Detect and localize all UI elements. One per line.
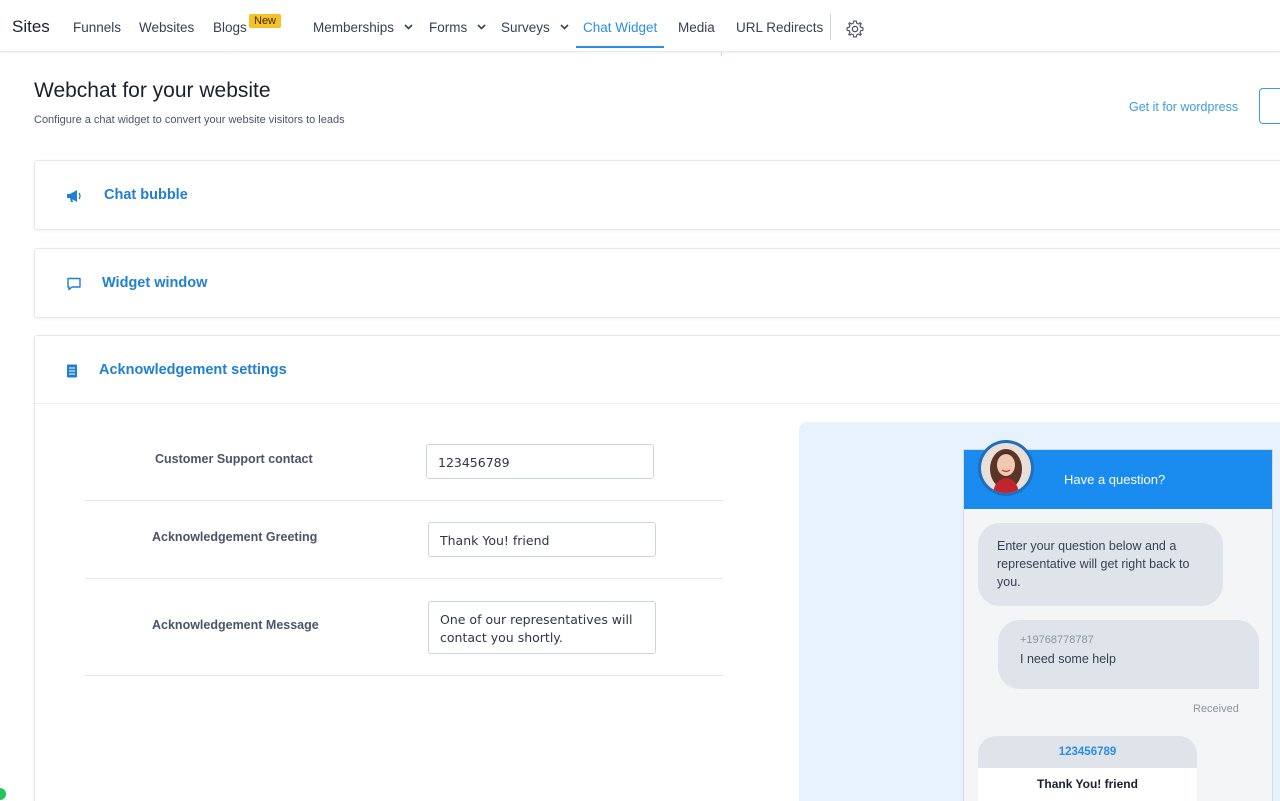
ack-greeting: Thank You! friend — [1037, 777, 1138, 791]
document-icon — [67, 364, 77, 378]
divider — [35, 403, 1280, 404]
chevron-down-icon — [559, 24, 569, 30]
greeting-label: Acknowledgement Greeting — [152, 530, 318, 544]
chat-bubble-card: Chat bubble — [34, 160, 1280, 230]
chevron-down-icon — [477, 24, 486, 30]
new-badge: New — [249, 14, 282, 28]
top-nav: Sites Funnels Websites Blogs New Members… — [0, 0, 1280, 52]
agent-photo — [981, 443, 1031, 493]
widget-window-header[interactable]: Widget window — [35, 249, 1280, 317]
nav-item-memberships[interactable]: Memberships — [313, 20, 413, 35]
divider — [721, 52, 722, 56]
status-dot — [0, 788, 6, 800]
visitor-phone: +19768778787 — [1020, 634, 1094, 646]
acknowledgement-bubble: 123456789 Thank You! friend — [978, 736, 1197, 801]
message-square-icon — [67, 277, 81, 291]
divider — [85, 578, 723, 579]
gear-icon[interactable] — [845, 19, 865, 39]
section-title: Acknowledgement settings — [99, 362, 287, 378]
nav-item-funnels[interactable]: Funnels — [73, 20, 121, 35]
chat-widget-preview: Have a question? Enter your question bel… — [963, 440, 1273, 801]
message-label: Acknowledgement Message — [152, 618, 319, 632]
chat-bubble-header[interactable]: Chat bubble — [35, 161, 1280, 229]
greeting-input[interactable]: Thank You! friend — [428, 522, 656, 557]
avatar — [978, 440, 1034, 496]
received-status: Received — [1193, 703, 1239, 715]
widget-window-card: Widget window — [34, 248, 1280, 318]
page-title: Webchat for your website — [34, 79, 271, 102]
nav-item-websites[interactable]: Websites — [139, 20, 194, 35]
support-contact-label: Customer Support contact — [155, 452, 313, 466]
wordpress-link[interactable]: Get it for wordpress — [1129, 100, 1238, 114]
acknowledgement-header[interactable]: Acknowledgement settings — [35, 336, 1280, 404]
action-button[interactable] — [1259, 88, 1280, 124]
divider — [85, 675, 723, 676]
support-contact-input[interactable]: 123456789 — [426, 444, 654, 479]
ack-contact: 123456789 — [1058, 746, 1117, 758]
megaphone-icon — [67, 190, 81, 202]
message-textarea[interactable]: One of our representatives will contact … — [428, 601, 656, 654]
page-subtitle: Configure a chat widget to convert your … — [34, 114, 345, 126]
nav-item-forms[interactable]: Forms — [429, 20, 486, 35]
visitor-message: I need some help — [1020, 652, 1116, 666]
nav-item-chat-widget[interactable]: Chat Widget — [583, 20, 657, 35]
active-tab-indicator — [576, 46, 664, 48]
nav-divider — [830, 14, 831, 40]
nav-item-label: Forms — [429, 20, 468, 35]
visitor-message-bubble: +19768778787 I need some help — [998, 620, 1259, 689]
brand-title: Sites — [12, 17, 50, 36]
section-title: Chat bubble — [104, 187, 188, 203]
widget-header-text: Have a question? — [1064, 472, 1166, 487]
nav-item-surveys[interactable]: Surveys — [501, 20, 569, 35]
chevron-down-icon — [404, 24, 413, 30]
nav-item-label: Memberships — [313, 20, 395, 35]
nav-item-label: Surveys — [501, 20, 550, 35]
divider — [85, 500, 723, 501]
nav-item-blogs[interactable]: Blogs — [213, 20, 247, 35]
nav-item-media[interactable]: Media — [678, 20, 715, 35]
nav-item-url-redirects[interactable]: URL Redirects — [736, 20, 823, 35]
intro-message-bubble: Enter your question below and a represen… — [978, 523, 1223, 606]
section-title: Widget window — [102, 275, 208, 291]
